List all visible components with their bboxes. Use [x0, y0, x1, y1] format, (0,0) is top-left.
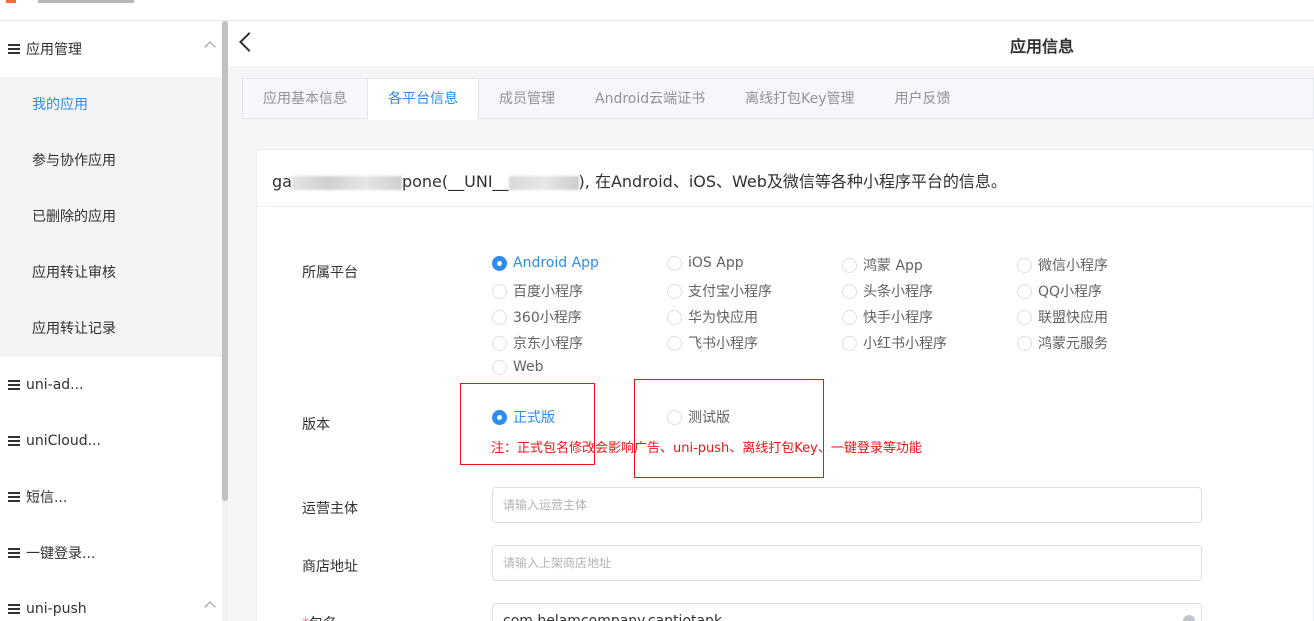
sidebar-group-label: uniCloud... — [26, 433, 101, 449]
sidebar-group-uni-ad[interactable]: uni-ad... — [0, 357, 222, 413]
store-input-wrap — [492, 545, 1202, 581]
sidebar-item-deleted-apps[interactable]: 已删除的应用 — [0, 189, 222, 245]
radio-icon — [492, 359, 507, 375]
store-label: 商店地址 — [302, 559, 358, 575]
sidebar-group-label: uni-ad... — [26, 377, 84, 393]
radio-icon — [667, 255, 682, 271]
redacted-block — [508, 175, 579, 190]
platform-radio-16[interactable]: Web — [492, 359, 544, 375]
radio-icon — [1017, 257, 1032, 273]
sidebar: 应用管理 我的应用 参与协作应用 已删除的应用 应用转让审核 应用转让记录 un… — [0, 21, 222, 621]
version-label: 版本 — [302, 417, 330, 433]
platform-radio-7[interactable]: QQ小程序 — [1017, 281, 1102, 301]
logo-icon — [6, 0, 16, 3]
platform-radio-14[interactable]: 小红书小程序 — [842, 333, 947, 353]
platform-radio-12[interactable]: 京东小程序 — [492, 333, 583, 353]
radio-icon — [842, 283, 857, 299]
platform-radio-6[interactable]: 头条小程序 — [842, 281, 933, 301]
platform-radio-15[interactable]: 鸿蒙元服务 — [1017, 333, 1108, 353]
sidebar-submenu: 我的应用 参与协作应用 已删除的应用 应用转让审核 应用转让记录 — [0, 77, 222, 357]
sidebar-item-my-apps[interactable]: 我的应用 — [0, 77, 222, 133]
list-icon — [8, 44, 20, 54]
sidebar-item-transfer-review[interactable]: 应用转让审核 — [0, 245, 222, 301]
sidebar-group-label: 一键登录... — [26, 546, 96, 562]
package-input-wrap — [492, 603, 1202, 621]
sidebar-group-label: 短信... — [26, 490, 68, 506]
radio-icon — [842, 335, 857, 351]
chevron-up-icon — [204, 41, 216, 53]
back-arrow-icon[interactable] — [239, 32, 259, 52]
operator-label: 运营主体 — [302, 501, 358, 517]
annotation-box-test — [634, 379, 824, 478]
platform-radio-4[interactable]: 百度小程序 — [492, 281, 583, 301]
annotation-box-release — [460, 383, 595, 465]
tab-offline-key[interactable]: 离线打包Key管理 — [725, 79, 874, 119]
sidebar-group-uni-push[interactable]: uni-push — [0, 581, 222, 621]
sidebar-group-one-click-login[interactable]: 一键登录... — [0, 525, 222, 581]
radio-icon — [667, 283, 682, 299]
list-icon — [8, 492, 20, 502]
list-icon — [8, 604, 20, 614]
sidebar-group-sms[interactable]: 短信... — [0, 469, 222, 525]
page-header: 应用信息 — [228, 21, 1314, 66]
tab-bar: 应用基本信息 各平台信息 成员管理 Android云端证书 离线打包Key管理 … — [242, 78, 1314, 120]
platform-radio-5[interactable]: 支付宝小程序 — [667, 281, 772, 301]
main-content: 应用信息 应用基本信息 各平台信息 成员管理 Android云端证书 离线打包K… — [228, 21, 1314, 621]
radio-icon — [492, 255, 507, 271]
operator-input-wrap — [492, 487, 1202, 523]
platform-radio-10[interactable]: 快手小程序 — [842, 307, 933, 327]
sidebar-group-label: uni-push — [26, 601, 87, 617]
platform-radio-13[interactable]: 飞书小程序 — [667, 333, 758, 353]
radio-icon — [492, 309, 507, 325]
card-header: ga pone(__UNI__), 在Android、iOS、Web及微信等各种小… — [257, 150, 1314, 207]
clear-icon[interactable] — [1183, 615, 1195, 621]
platform-radio-1[interactable]: iOS App — [667, 255, 744, 271]
platform-radio-3[interactable]: 微信小程序 — [1017, 255, 1108, 275]
platform-radio-8[interactable]: 360小程序 — [492, 307, 582, 327]
tab-feedback[interactable]: 用户反馈 — [875, 79, 971, 119]
radio-icon — [1017, 335, 1032, 351]
tab-members[interactable]: 成员管理 — [479, 79, 575, 119]
sidebar-group-unicloud[interactable]: uniCloud... — [0, 413, 222, 469]
radio-icon — [492, 283, 507, 299]
sidebar-group-app-management[interactable]: 应用管理 — [0, 21, 222, 77]
platform-radio-0[interactable]: Android App — [492, 255, 599, 271]
tab-platform-info[interactable]: 各平台信息 — [367, 79, 479, 120]
package-label: *包名 — [302, 613, 337, 621]
sidebar-item-collab-apps[interactable]: 参与协作应用 — [0, 133, 222, 189]
page-title: 应用信息 — [1010, 37, 1075, 56]
radio-icon — [842, 257, 857, 273]
redacted-block — [291, 175, 402, 190]
sidebar-group-label: 应用管理 — [26, 42, 82, 58]
sidebar-item-transfer-records[interactable]: 应用转让记录 — [0, 301, 222, 357]
site-title-fragment — [38, 0, 134, 3]
platform-radio-2[interactable]: 鸿蒙 App — [842, 255, 923, 275]
top-bar — [0, 0, 1314, 21]
radio-icon — [492, 335, 507, 351]
list-icon — [8, 436, 20, 446]
radio-icon — [667, 335, 682, 351]
chevron-up-icon — [204, 601, 216, 613]
radio-icon — [842, 309, 857, 325]
operator-input[interactable] — [493, 488, 1201, 522]
radio-icon — [1017, 309, 1032, 325]
platform-radio-11[interactable]: 联盟快应用 — [1017, 307, 1108, 327]
card-description: ga pone(__UNI__), 在Android、iOS、Web及微信等各种小… — [272, 172, 1007, 191]
radio-icon — [1017, 283, 1032, 299]
list-icon — [8, 548, 20, 558]
store-url-input[interactable] — [493, 546, 1201, 580]
platform-radio-9[interactable]: 华为快应用 — [667, 307, 758, 327]
list-icon — [8, 380, 20, 390]
platform-label: 所属平台 — [302, 265, 358, 281]
tab-android-cert[interactable]: Android云端证书 — [575, 79, 725, 119]
tab-basic-info[interactable]: 应用基本信息 — [243, 79, 367, 119]
radio-icon — [667, 309, 682, 325]
package-name-input[interactable] — [493, 604, 1201, 621]
